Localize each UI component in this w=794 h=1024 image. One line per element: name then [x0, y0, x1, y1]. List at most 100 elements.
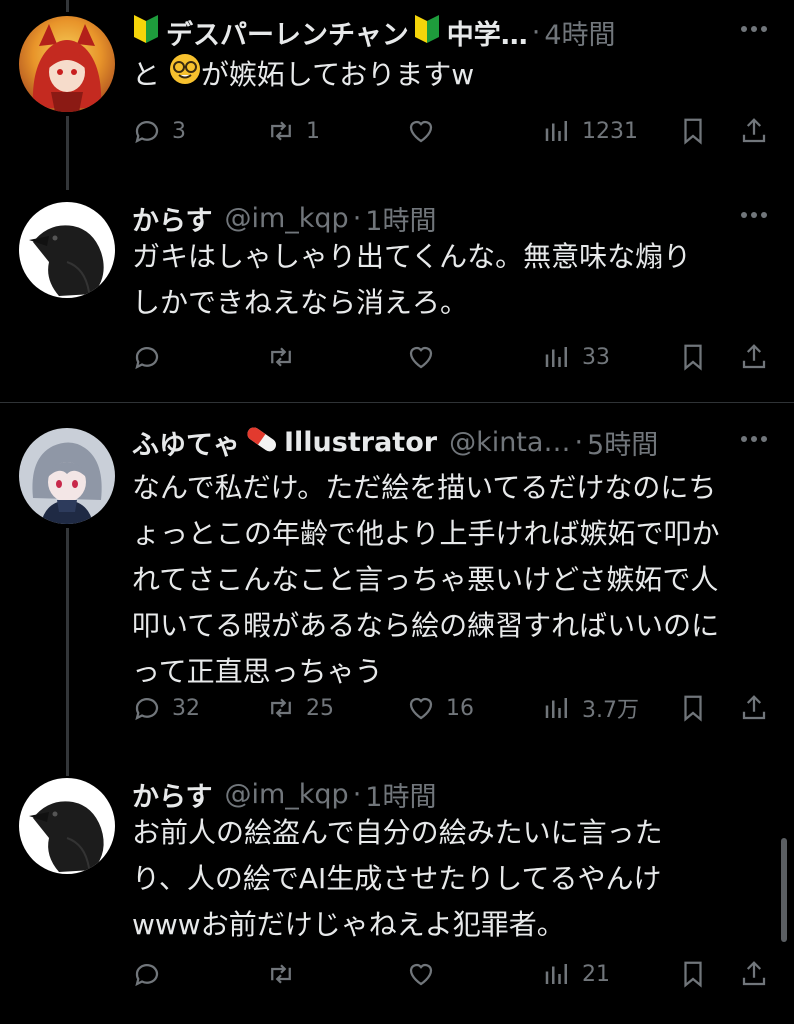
retweet-button[interactable] — [266, 954, 306, 994]
tweet-text: ガキはしゃしゃり出てくんな。無意味な煽り しかできねえなら消えろ。 — [132, 234, 776, 326]
bookmark-button[interactable] — [678, 688, 708, 728]
retweet-icon — [271, 698, 291, 718]
text-line: wwwお前だけじゃねえよ犯罪者。 — [132, 908, 565, 941]
share-button[interactable] — [739, 688, 769, 728]
heart-icon — [409, 346, 433, 369]
retweet-button[interactable]: 25 — [266, 688, 334, 728]
pill-emoji-icon — [244, 424, 280, 461]
heart-icon — [409, 697, 433, 720]
heart-icon — [409, 120, 433, 143]
dot-separator: · — [352, 202, 362, 234]
view-count: 33 — [582, 344, 610, 370]
views-icon — [545, 698, 567, 718]
share-icon — [742, 961, 766, 986]
scrollbar[interactable] — [781, 838, 787, 942]
timestamp[interactable]: 1時間 — [365, 775, 436, 814]
display-name-suffix[interactable]: Illustrator — [284, 427, 437, 458]
display-name[interactable]: デスパーレンチャン — [166, 13, 409, 52]
bookmark-button[interactable] — [678, 954, 708, 994]
reply-icon — [135, 121, 159, 144]
crow-icon — [29, 225, 104, 296]
bookmark-button[interactable] — [678, 111, 708, 151]
beginner-mark-icon — [413, 13, 441, 52]
crow-icon — [29, 801, 104, 872]
retweet-icon — [271, 121, 291, 141]
text-line: お前人の絵盗んで自分の絵みたいに言った — [132, 816, 663, 849]
reply-icon — [135, 698, 159, 721]
timestamp[interactable]: 5時間 — [587, 423, 658, 462]
like-button[interactable] — [406, 111, 446, 151]
views-button[interactable]: 33 — [542, 337, 610, 377]
reply-button[interactable] — [132, 337, 172, 377]
share-button[interactable] — [739, 954, 769, 994]
user-handle[interactable]: @kinta… — [449, 427, 570, 458]
text-line: しかできねえなら消えろ。 — [132, 286, 469, 319]
views-button[interactable]: 21 — [542, 954, 610, 994]
timestamp[interactable]: 1時間 — [365, 199, 436, 238]
tweet-header: ふゆてゃ Illustrator @kinta… · 5時間 — [132, 422, 724, 462]
tweet-header: からす @im_kqp · 1時間 — [132, 774, 724, 814]
like-button[interactable] — [406, 337, 446, 377]
share-icon — [742, 695, 766, 720]
views-icon — [545, 964, 567, 984]
tweet[interactable]: デスパーレンチャン 中学… · 4時間 と が嫉妬しておりますw 3 1 123… — [0, 0, 794, 190]
avatar[interactable] — [19, 202, 115, 298]
bookmark-icon — [684, 118, 702, 145]
avatar[interactable] — [19, 778, 115, 874]
tweet-header: デスパーレンチャン 中学… · 4時間 — [132, 12, 724, 52]
share-button[interactable] — [739, 111, 769, 151]
display-name[interactable]: からす — [132, 775, 212, 814]
text-line: り、人の絵でAI生成させたりしてるやんけ — [132, 862, 662, 895]
like-button[interactable]: 16 — [406, 688, 474, 728]
display-name[interactable]: からす — [132, 199, 212, 238]
views-button[interactable]: 1231 — [542, 111, 638, 151]
reply-button[interactable] — [132, 954, 172, 994]
red-haired-character-icon — [32, 24, 102, 112]
reply-icon — [135, 347, 159, 370]
text-line: ょっとこの年齢で他より上手ければ嫉妬で叩か — [132, 517, 720, 550]
text-line: ガキはしゃしゃり出てくんな。無意味な煽り — [132, 240, 692, 273]
views-button[interactable]: 3.7万 — [542, 688, 639, 728]
retweet-icon — [271, 964, 291, 984]
tweet-actions: 3 1 1231 — [132, 111, 776, 151]
text-line: れてさこんなこと言っちゃ悪いけどさ嫉妬で人 — [132, 563, 719, 596]
text-line: 叩いてる暇があるなら絵の練習すればいいのに — [132, 609, 720, 642]
dot-separator: · — [352, 778, 362, 810]
retweet-button[interactable] — [266, 337, 306, 377]
avatar[interactable] — [19, 16, 115, 112]
text-line: が嫉妬しておりますw — [200, 58, 475, 91]
more-options-icon[interactable] — [734, 200, 774, 230]
view-count: 21 — [582, 961, 610, 987]
reply-button[interactable]: 32 — [132, 688, 200, 728]
user-handle[interactable]: @im_kqp — [224, 203, 348, 234]
tweet[interactable]: からす @im_kqp · 1時間 お前人の絵盗んで自分の絵みたいに言った り、… — [0, 770, 794, 1024]
display-name[interactable]: ふゆてゃ — [132, 423, 240, 462]
tweet[interactable]: からす @im_kqp · 1時間 ガキはしゃしゃり出てくんな。無意味な煽り し… — [0, 190, 794, 402]
like-button[interactable] — [406, 954, 446, 994]
timestamp[interactable]: 4時間 — [544, 13, 615, 52]
display-name-suffix[interactable]: 中学… — [447, 13, 528, 52]
tweet-actions: 32 25 16 3.7万 — [132, 688, 776, 728]
avatar[interactable] — [19, 428, 115, 524]
tweet-text: なんで私だけ。ただ絵を描いてるだけなのにち ょっとこの年齢で他より上手ければ嫉妬… — [132, 465, 776, 695]
tweet-actions: 33 — [132, 337, 776, 377]
view-count: 1231 — [582, 118, 638, 144]
like-count: 16 — [446, 695, 474, 721]
tweet-text: お前人の絵盗んで自分の絵みたいに言った り、人の絵でAI生成させたりしてるやんけ… — [132, 810, 776, 948]
bookmark-icon — [684, 695, 702, 722]
nerd-face-emoji-icon — [169, 53, 201, 99]
dot-separator: · — [531, 16, 541, 48]
retweet-count: 1 — [306, 118, 320, 144]
retweet-button[interactable]: 1 — [266, 111, 320, 151]
heart-icon — [409, 963, 433, 986]
tweet[interactable]: ふゆてゃ Illustrator @kinta… · 5時間 なんで私だけ。ただ… — [0, 403, 794, 750]
more-options-icon[interactable] — [734, 14, 774, 44]
tweet-text: と が嫉妬しておりますw — [132, 52, 776, 99]
reply-button[interactable]: 3 — [132, 111, 186, 151]
share-button[interactable] — [739, 337, 769, 377]
user-handle[interactable]: @im_kqp — [224, 779, 348, 810]
more-options-icon[interactable] — [734, 424, 774, 454]
dot-separator: · — [574, 426, 584, 458]
bookmark-button[interactable] — [678, 337, 708, 377]
reply-count: 32 — [172, 695, 200, 721]
